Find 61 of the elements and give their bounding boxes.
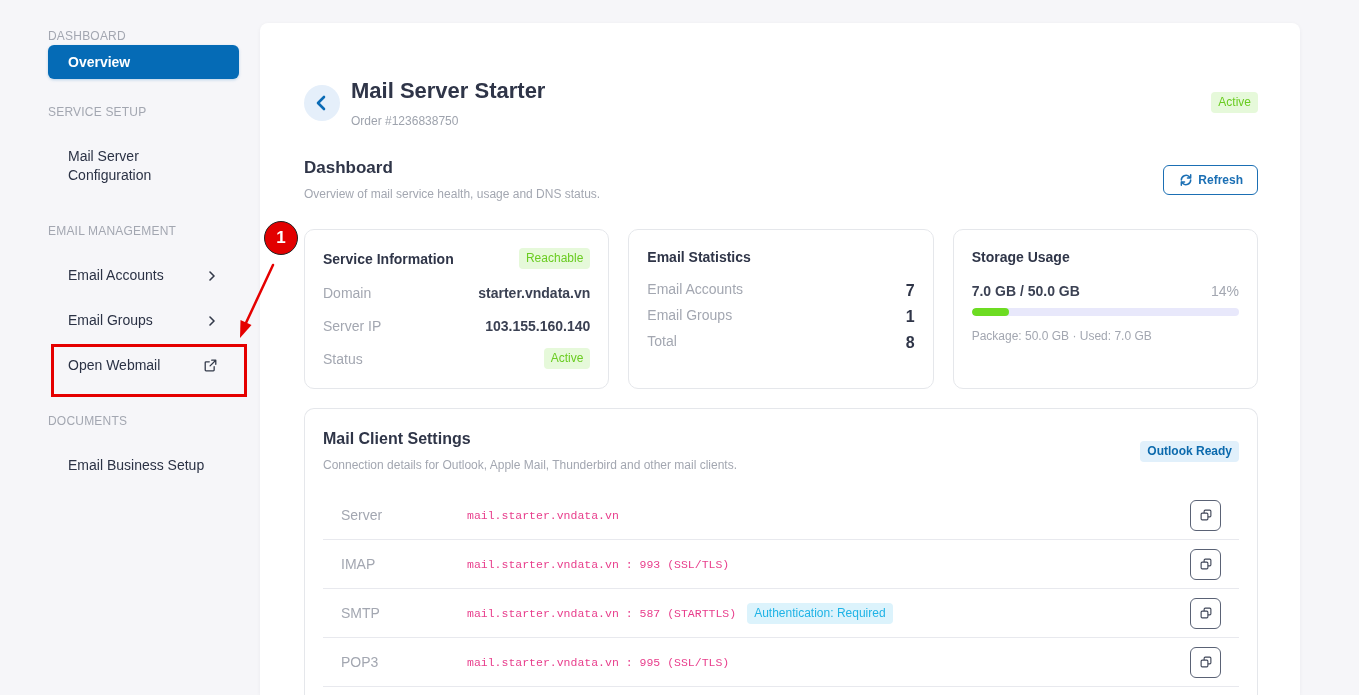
chevron-left-icon: [316, 94, 326, 111]
stat-value: 1: [905, 307, 915, 327]
sidebar-item[interactable]: Email Accounts: [48, 253, 239, 298]
setting-label: SMTP: [341, 605, 381, 621]
field-value: starter.vndata.vn: [478, 283, 591, 302]
setting-value: mail.starter.vndata.vn : 587 (STARTTLS): [467, 606, 737, 620]
copy-button[interactable]: [1190, 499, 1221, 531]
copy-button[interactable]: [1190, 548, 1221, 580]
sidebar-item[interactable]: Email Groups: [48, 298, 239, 343]
reachability-badge: Reachable: [518, 248, 591, 269]
setting-label: POP3: [341, 654, 380, 670]
external-link-icon: [204, 359, 217, 372]
setting-label: Server: [341, 507, 384, 523]
refresh-button[interactable]: Refresh: [1163, 164, 1258, 195]
stat-value: 8: [905, 333, 915, 353]
chevron-right-icon: [209, 315, 215, 326]
stat-label: Total: [647, 332, 677, 350]
section-subtitle: Overview of mail service health, usage and DNS status.: [304, 186, 601, 202]
sidebar-item[interactable]: Overview: [48, 45, 239, 79]
sidebar-section-heading: DOCUMENTS: [48, 414, 129, 428]
back-button[interactable]: [304, 84, 340, 121]
copy-button[interactable]: [1190, 646, 1221, 678]
setting-value: mail.starter.vndata.vn : 995 (SSL/TLS): [467, 655, 730, 669]
status-badge: Active: [543, 348, 591, 369]
order-number: Order #1236838750: [351, 114, 460, 128]
card-subtitle: Connection details for Outlook, Apple Mail, Thunderbird and other mail clients.: [323, 457, 737, 473]
refresh-icon: [1179, 172, 1194, 187]
status-badge: Active: [1211, 92, 1258, 113]
field-value: 103.155.160.140: [485, 316, 591, 335]
field-label: Server IP: [323, 316, 382, 335]
card-title: Storage Usage: [971, 248, 1070, 266]
stat-label: Email Accounts: [647, 280, 744, 298]
storage-note: Package: 50.0 GB · Used: 7.0 GB: [971, 328, 1153, 344]
auth-badge: Authentication: Required: [747, 602, 893, 624]
setting-value: mail.starter.vndata.vn: [467, 508, 619, 522]
card-title: Email Statistics: [647, 248, 751, 266]
sidebar-section-heading: DASHBOARD: [48, 29, 127, 43]
page-title: Mail Server Starter: [351, 77, 546, 105]
outlook-badge: Outlook Ready: [1140, 440, 1239, 462]
field-label: Domain: [323, 283, 372, 302]
chevron-right-icon: [209, 270, 215, 281]
card-title: Service Information: [323, 249, 454, 268]
copy-icon: [1199, 607, 1212, 619]
copy-icon: [1199, 509, 1212, 521]
copy-button[interactable]: [1190, 597, 1221, 629]
sidebar-item[interactable]: Open Webmail: [48, 343, 239, 388]
copy-icon: [1199, 558, 1212, 570]
card-title: Mail Client Settings: [323, 429, 472, 449]
sidebar-item[interactable]: Mail Server Configuration: [48, 134, 239, 198]
section-title: Dashboard: [304, 157, 394, 179]
copy-icon: [1199, 656, 1212, 668]
field-label: Status: [323, 349, 363, 368]
stat-value: 7: [905, 281, 915, 301]
storage-percent: 14%: [1210, 282, 1239, 300]
storage-usage: 7.0 GB / 50.0 GB: [971, 282, 1080, 300]
setting-label: IMAP: [341, 556, 377, 572]
stat-label: Email Groups: [647, 306, 733, 324]
sidebar-section-heading: SERVICE SETUP: [48, 105, 148, 119]
setting-value: mail.starter.vndata.vn : 993 (SSL/TLS): [467, 557, 730, 571]
sidebar-section-heading: EMAIL MANAGEMENT: [48, 224, 178, 238]
sidebar-item[interactable]: Email Business Setup: [48, 443, 239, 488]
